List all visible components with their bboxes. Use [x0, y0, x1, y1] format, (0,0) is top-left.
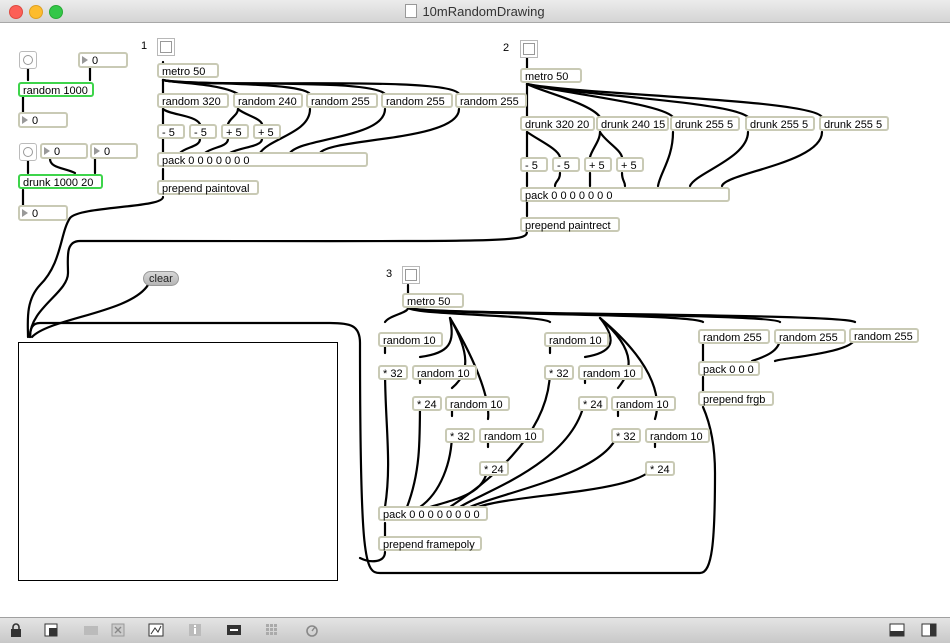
- bang-button-drunk[interactable]: [19, 143, 37, 161]
- multiply-32-object-3[interactable]: * 32: [544, 365, 574, 380]
- multiply-32-object-4[interactable]: * 32: [611, 428, 641, 443]
- grid-icon[interactable]: [264, 622, 280, 638]
- drunk-255-5-object-3[interactable]: drunk 255 5: [819, 116, 889, 131]
- random-10-object-3[interactable]: random 10: [445, 396, 510, 411]
- random-255-object-3[interactable]: random 255: [455, 93, 527, 108]
- random-255-object-6[interactable]: random 255: [849, 328, 919, 343]
- clear-icon[interactable]: [110, 622, 126, 638]
- multiply-24-object-2[interactable]: * 24: [479, 461, 509, 476]
- random-10-object-6[interactable]: random 10: [578, 365, 643, 380]
- metro-object-2[interactable]: metro 50: [520, 68, 582, 83]
- split-left-icon[interactable]: [889, 622, 905, 638]
- random-240-object[interactable]: random 240: [233, 93, 303, 108]
- bang-button-random[interactable]: [19, 51, 37, 69]
- toggle-3[interactable]: [402, 266, 420, 284]
- plus-5-object-1[interactable]: + 5: [221, 124, 249, 139]
- lcd-icon[interactable]: [148, 622, 164, 638]
- clear-message[interactable]: clear: [143, 271, 179, 286]
- prepend-paintrect-object[interactable]: prepend paintrect: [520, 217, 620, 232]
- minus-5-object-3[interactable]: - 5: [520, 157, 548, 172]
- multiply-32-object-2[interactable]: * 32: [445, 428, 475, 443]
- patcher-canvas[interactable]: 0 random 1000 0 0 0 drunk 1000 20 0 clea…: [0, 23, 950, 597]
- number-box-drunk-max[interactable]: 0: [40, 143, 88, 159]
- lock-icon[interactable]: [8, 622, 24, 638]
- toggle-2[interactable]: [520, 40, 538, 58]
- section-label-3: 3: [386, 268, 393, 280]
- minus-5-object-4[interactable]: - 5: [552, 157, 580, 172]
- section-label-1: 1: [141, 40, 148, 52]
- plus-5-object-3[interactable]: + 5: [584, 157, 612, 172]
- drunk-320-20-object[interactable]: drunk 320 20: [520, 116, 595, 131]
- minus-5-object-1[interactable]: - 5: [157, 124, 185, 139]
- patch-cord-icon[interactable]: [226, 622, 242, 638]
- drunk-1000-20-object[interactable]: drunk 1000 20: [18, 174, 103, 189]
- multiply-32-object-1[interactable]: * 32: [378, 365, 408, 380]
- window-title-text: 10mRandomDrawing: [422, 4, 545, 19]
- patcher-toolbar: [0, 617, 950, 643]
- plus-5-object-4[interactable]: + 5: [616, 157, 644, 172]
- random-10-object-1[interactable]: random 10: [378, 332, 443, 347]
- random-10-object-5[interactable]: random 10: [544, 332, 609, 347]
- plus-5-object-2[interactable]: + 5: [253, 124, 281, 139]
- title-bar: 10mRandomDrawing: [0, 0, 950, 23]
- pack-object-1[interactable]: pack 0 0 0 0 0 0 0: [157, 152, 368, 167]
- random-10-object-4[interactable]: random 10: [479, 428, 544, 443]
- prepend-paintoval-object[interactable]: prepend paintoval: [157, 180, 259, 195]
- paint-icon[interactable]: [83, 622, 99, 638]
- section-label-2: 2: [503, 42, 510, 54]
- random-255-object-5[interactable]: random 255: [774, 329, 846, 344]
- random-255-object-1[interactable]: random 255: [306, 93, 378, 108]
- drunk-240-15-object[interactable]: drunk 240 15: [596, 116, 669, 131]
- random-320-object[interactable]: random 320: [157, 93, 229, 108]
- number-box-random-output[interactable]: 0: [18, 112, 68, 128]
- snap-icon[interactable]: [304, 622, 320, 638]
- random-10-object-8[interactable]: random 10: [645, 428, 710, 443]
- drunk-255-5-object-2[interactable]: drunk 255 5: [745, 116, 815, 131]
- multiply-24-object-1[interactable]: * 24: [412, 396, 442, 411]
- lcd-drawing-canvas[interactable]: [18, 342, 338, 581]
- pack-object-2[interactable]: pack 0 0 0 0 0 0 0: [520, 187, 730, 202]
- toggle-1[interactable]: [157, 38, 175, 56]
- pack-color-object[interactable]: pack 0 0 0: [698, 361, 760, 376]
- random-10-object-7[interactable]: random 10: [611, 396, 676, 411]
- info-icon[interactable]: [187, 622, 203, 638]
- random-10-object-2[interactable]: random 10: [412, 365, 477, 380]
- random-255-object-2[interactable]: random 255: [381, 93, 453, 108]
- minus-5-object-2[interactable]: - 5: [189, 124, 217, 139]
- drunk-255-5-object-1[interactable]: drunk 255 5: [670, 116, 740, 131]
- split-right-icon[interactable]: [921, 622, 937, 638]
- metro-object-3[interactable]: metro 50: [402, 293, 464, 308]
- metro-object-1[interactable]: metro 50: [157, 63, 219, 78]
- prepend-framepoly-object[interactable]: prepend framepoly: [378, 536, 482, 551]
- number-box-drunk-output[interactable]: 0: [18, 205, 68, 221]
- prepend-frgb-object[interactable]: prepend frgb: [698, 391, 774, 406]
- number-box-drunk-step[interactable]: 0: [90, 143, 138, 159]
- number-box-random-input[interactable]: 0: [78, 52, 128, 68]
- random-1000-object[interactable]: random 1000: [18, 82, 94, 97]
- window-title: 10mRandomDrawing: [0, 4, 950, 19]
- multiply-24-object-3[interactable]: * 24: [578, 396, 608, 411]
- presentation-icon[interactable]: [43, 622, 59, 638]
- multiply-24-object-4[interactable]: * 24: [645, 461, 675, 476]
- pack-poly-object[interactable]: pack 0 0 0 0 0 0 0 0: [378, 506, 488, 521]
- random-255-object-4[interactable]: random 255: [698, 329, 770, 344]
- document-icon: [405, 4, 418, 18]
